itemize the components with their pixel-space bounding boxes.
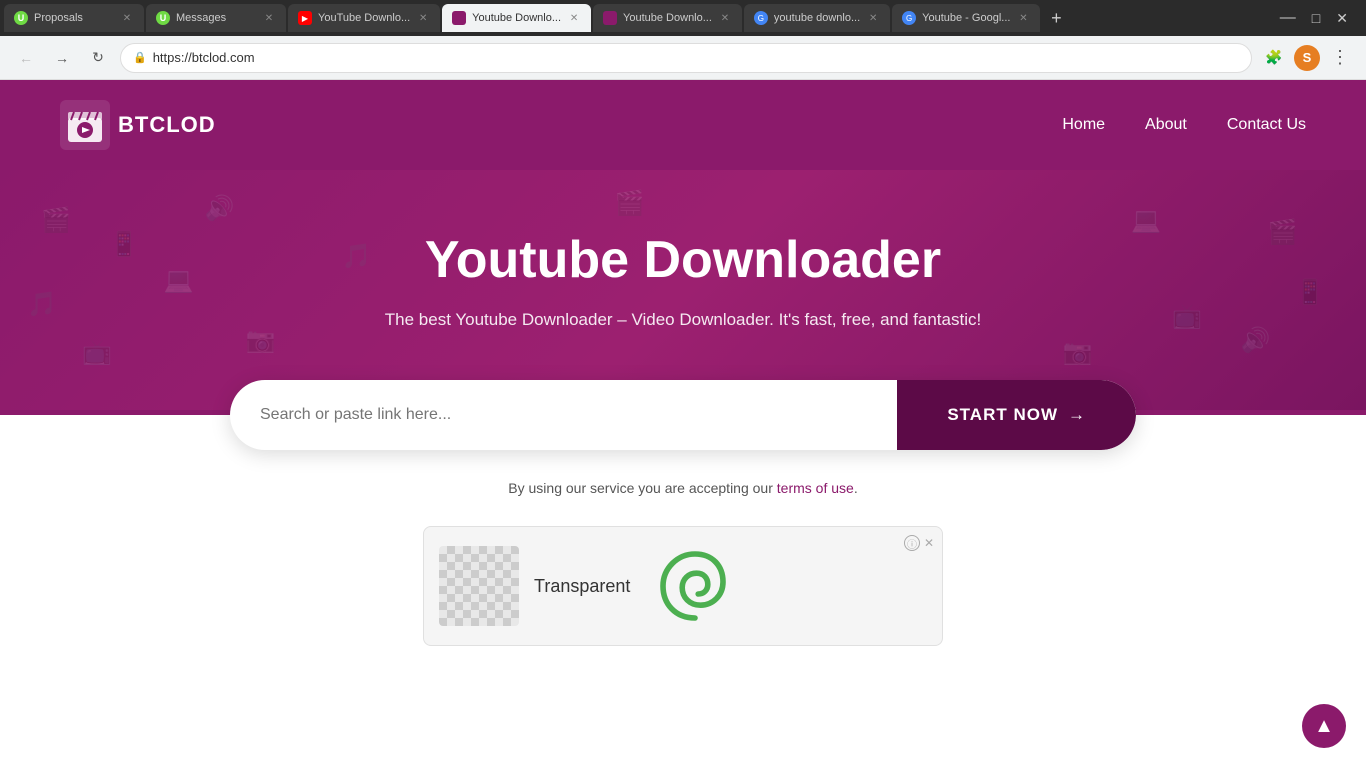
address-text: https://btclod.com xyxy=(153,50,1239,65)
window-controls: — □ ✕ xyxy=(1274,9,1362,27)
hero-background-icons: 🎬 📱 🎵 📺 🔊 💻 📷 🎬 📱 🔊 💻 📺 🎵 📷 🎬 xyxy=(0,170,1366,410)
tab-youtube-google-close[interactable]: ✕ xyxy=(1016,11,1030,25)
tab-youtube-search-label: youtube downlo... xyxy=(774,12,860,24)
profile-button[interactable]: S xyxy=(1294,45,1320,71)
logo-area: BTCLOD xyxy=(60,100,216,150)
scroll-to-top-button[interactable]: ▲ xyxy=(1302,704,1346,748)
tab-youtube-dl-1[interactable]: ▶ YouTube Downlo... ✕ xyxy=(288,4,440,32)
hero-subtitle: The best Youtube Downloader – Video Down… xyxy=(20,310,1346,330)
tab-youtube-dl-3[interactable]: Youtube Downlo... ✕ xyxy=(593,4,742,32)
address-bar-row: ← → ↻ 🔒 https://btclod.com 🧩 S ⋮ xyxy=(0,36,1366,80)
tab-btclod-label: Youtube Downlo... xyxy=(472,12,561,24)
search-input[interactable] xyxy=(230,380,897,450)
nav-contact[interactable]: Contact Us xyxy=(1227,116,1306,134)
start-now-button[interactable]: START NOW → xyxy=(897,380,1136,450)
tab-youtube-search[interactable]: G youtube downlo... ✕ xyxy=(744,4,890,32)
back-button[interactable]: ← xyxy=(12,44,40,72)
maximize-button[interactable]: □ xyxy=(1306,10,1326,26)
tab-messages-label: Messages xyxy=(176,12,256,24)
tab-messages[interactable]: U Messages ✕ xyxy=(146,4,286,32)
ad-area: ⓘ ✕ Transparent xyxy=(0,526,1366,646)
terms-text: By using our service you are accepting o… xyxy=(508,480,773,496)
spiral-icon xyxy=(655,546,735,626)
ad-info-icon[interactable]: ⓘ xyxy=(904,535,920,551)
hero-section: 🎬 📱 🎵 📺 🔊 💻 📷 🎬 📱 🔊 💻 📺 🎵 📷 🎬 Youtube Do… xyxy=(0,170,1366,410)
terms-period: . xyxy=(854,480,858,496)
nav-links: Home About Contact Us xyxy=(1062,116,1306,134)
ad-logo xyxy=(645,536,745,636)
ad-box: ⓘ ✕ Transparent xyxy=(423,526,943,646)
tab-btclod-active[interactable]: Youtube Downlo... ✕ xyxy=(442,4,591,32)
btclod-favicon-2 xyxy=(603,11,617,25)
terms-link[interactable]: terms of use xyxy=(777,480,854,496)
tab-youtube-dl-1-close[interactable]: ✕ xyxy=(416,11,430,25)
nav-about[interactable]: About xyxy=(1145,116,1187,134)
ad-info: ⓘ ✕ xyxy=(904,535,934,551)
upwork-favicon-2: U xyxy=(156,11,170,25)
minimize-button[interactable]: — xyxy=(1274,9,1302,27)
tab-messages-close[interactable]: ✕ xyxy=(262,11,276,25)
extensions-area: 🧩 S ⋮ xyxy=(1260,44,1354,72)
forward-button[interactable]: → xyxy=(48,44,76,72)
hero-title: Youtube Downloader xyxy=(20,230,1346,290)
tab-proposals-close[interactable]: ✕ xyxy=(120,11,134,25)
tab-btclod-close[interactable]: ✕ xyxy=(567,11,581,25)
menu-button[interactable]: ⋮ xyxy=(1326,44,1354,72)
ad-thumbnail xyxy=(439,546,519,626)
tab-youtube-search-close[interactable]: ✕ xyxy=(866,11,880,25)
close-window-button[interactable]: ✕ xyxy=(1330,10,1354,27)
new-tab-button[interactable]: + xyxy=(1042,4,1070,32)
youtube-favicon-1: ▶ xyxy=(298,11,312,25)
tab-youtube-dl-3-close[interactable]: ✕ xyxy=(718,11,732,25)
search-container-wrapper: START NOW → xyxy=(0,380,1366,450)
tab-youtube-google-label: Youtube - Googl... xyxy=(922,12,1010,24)
ad-text: Transparent xyxy=(534,576,630,597)
tab-youtube-dl-3-label: Youtube Downlo... xyxy=(623,12,712,24)
scroll-top-icon: ▲ xyxy=(1314,715,1334,738)
browser-chrome: U Proposals ✕ U Messages ✕ ▶ YouTube Dow… xyxy=(0,0,1366,80)
search-area: START NOW → xyxy=(0,380,1366,450)
logo-text: BTCLOD xyxy=(118,112,216,138)
lock-icon: 🔒 xyxy=(133,51,147,64)
site-header: BTCLOD Home About Contact Us xyxy=(0,80,1366,170)
website-content: BTCLOD Home About Contact Us 🎬 📱 🎵 📺 🔊 💻… xyxy=(0,80,1366,646)
refresh-button[interactable]: ↻ xyxy=(84,44,112,72)
btclod-favicon xyxy=(452,11,466,25)
google-favicon-1: G xyxy=(754,11,768,25)
start-now-label: START NOW xyxy=(947,405,1058,425)
terms-area: By using our service you are accepting o… xyxy=(0,470,1366,506)
ad-close-button[interactable]: ✕ xyxy=(924,536,934,550)
extensions-button[interactable]: 🧩 xyxy=(1260,44,1288,72)
nav-home[interactable]: Home xyxy=(1062,116,1105,134)
start-now-arrow: → xyxy=(1068,405,1086,425)
tab-proposals[interactable]: U Proposals ✕ xyxy=(4,4,144,32)
address-bar[interactable]: 🔒 https://btclod.com xyxy=(120,43,1252,73)
upwork-favicon: U xyxy=(14,11,28,25)
tab-bar: U Proposals ✕ U Messages ✕ ▶ YouTube Dow… xyxy=(0,0,1366,36)
tab-youtube-dl-1-label: YouTube Downlo... xyxy=(318,12,410,24)
logo-icon xyxy=(60,100,110,150)
search-box: START NOW → xyxy=(230,380,1136,450)
tab-youtube-google[interactable]: G Youtube - Googl... ✕ xyxy=(892,4,1040,32)
google-favicon-2: G xyxy=(902,11,916,25)
tab-proposals-label: Proposals xyxy=(34,12,114,24)
